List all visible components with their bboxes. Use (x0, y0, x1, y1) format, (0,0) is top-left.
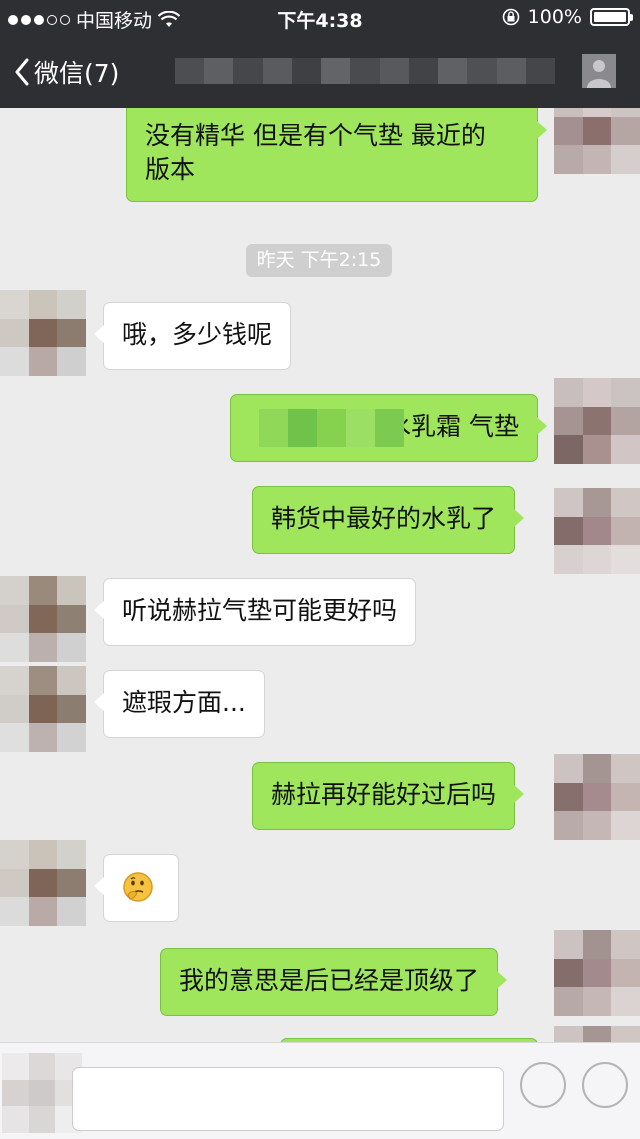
my-avatar[interactable] (554, 1026, 640, 1042)
voice-icon[interactable] (2, 1053, 82, 1133)
message-input[interactable] (72, 1067, 504, 1131)
my-avatar[interactable] (554, 378, 640, 464)
pixelated-text (259, 409, 404, 447)
back-label: 微信(7) (34, 59, 120, 88)
contact-avatar[interactable] (0, 290, 86, 376)
chat-title-pixelated (175, 58, 556, 84)
battery-icon (590, 8, 633, 26)
contact-avatar[interactable] (0, 840, 86, 926)
message-bubble-incoming[interactable]: 哦，多少钱呢 (93, 302, 292, 370)
my-avatar[interactable] (554, 108, 640, 174)
emoji-icon[interactable] (520, 1062, 566, 1108)
message-text: 我的意思是后已经是顶级了 (179, 966, 480, 995)
rotation-lock-icon (502, 8, 519, 26)
contact-avatar[interactable] (0, 666, 86, 752)
message-text: 哦，多少钱呢 (122, 320, 273, 349)
plus-icon[interactable] (582, 1062, 628, 1108)
profile-icon (582, 54, 616, 88)
message-bubble-incoming[interactable] (94, 854, 179, 922)
message-text: 韩货中最好的水乳了 (271, 504, 497, 533)
back-button[interactable]: 微信(7) (14, 54, 119, 90)
message-bubble-outgoing[interactable]: 韩货中最好的水乳了 (252, 486, 525, 554)
back-chevron-icon (15, 58, 29, 86)
navbar: 微信(7) (0, 36, 640, 108)
status-right: 100% (502, 6, 633, 28)
message-bubble-outgoing[interactable]: 水乳霜 气垫 (230, 394, 547, 462)
message-bubble-outgoing[interactable]: 我的意思是后已经是顶级了 (160, 948, 508, 1016)
profile-button[interactable] (582, 54, 616, 88)
timestamp-chip: 昨天 下午2:15 (246, 244, 392, 277)
message-text: 赫拉再好能好过后吗 (271, 780, 497, 809)
my-avatar[interactable] (554, 754, 640, 840)
message-text: 水乳霜 气垫 (386, 412, 519, 441)
chat-area[interactable]: 没有精华 但是有个气垫 最近的 版本 昨天 下午2:15 哦，多少钱呢 水乳霜 … (0, 108, 640, 1042)
contact-avatar[interactable] (0, 576, 86, 662)
message-bubble-outgoing[interactable]: 赫拉再好能好过后吗 (252, 762, 525, 830)
status-bar: 中国移动 下午4:38 100% (0, 0, 640, 36)
message-text-line: 没有精华 但是有个气垫 最近的 (145, 121, 486, 150)
my-avatar[interactable] (554, 488, 640, 574)
message-text: 遮瑕方面... (122, 688, 246, 717)
battery-label: 100% (527, 6, 582, 28)
message-bubble-outgoing[interactable]: 没有精华 但是有个气垫 最近的 版本 (126, 108, 547, 202)
message-text: 听说赫拉气垫可能更好吗 (122, 596, 398, 625)
my-avatar[interactable] (554, 930, 640, 1016)
message-bubble-incoming[interactable]: 遮瑕方面... (94, 670, 265, 738)
message-text-line: 版本 (145, 155, 196, 184)
thinking-emoji-icon (123, 872, 153, 902)
message-bubble-incoming[interactable]: 听说赫拉气垫可能更好吗 (93, 578, 417, 646)
